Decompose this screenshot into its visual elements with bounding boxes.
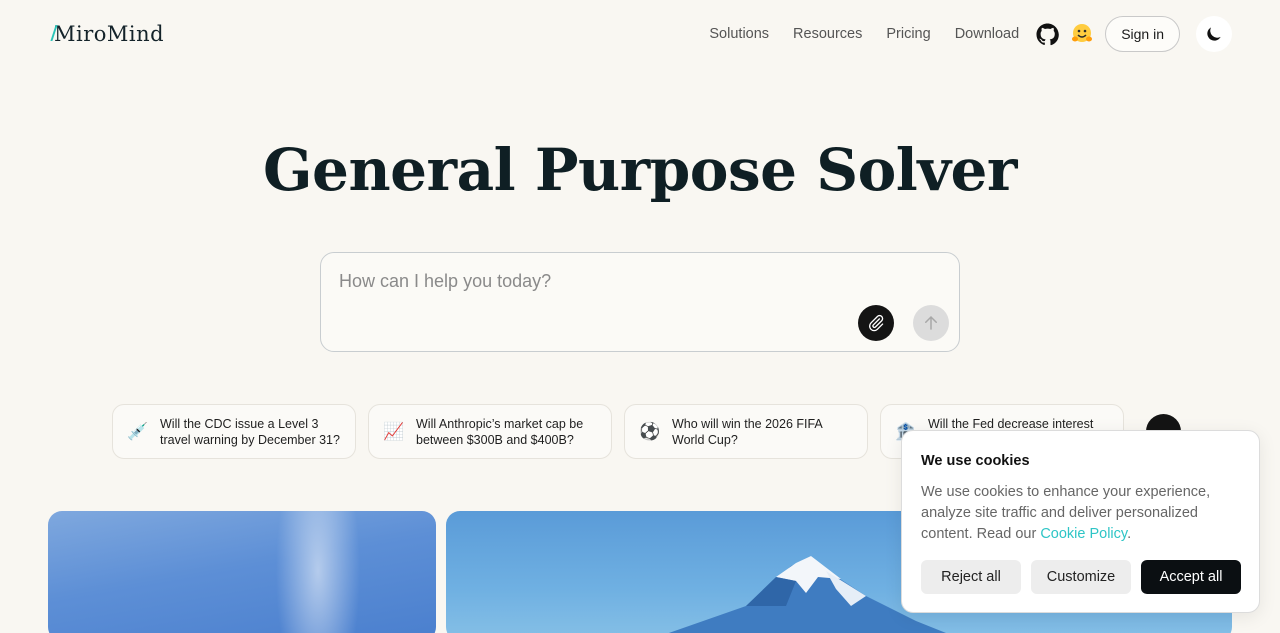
syringe-icon: 💉 [127,421,149,442]
brand-logo[interactable]: MiroMind [54,20,164,48]
sign-in-button[interactable]: Sign in [1105,16,1180,52]
hugging-face-icon[interactable] [1070,22,1094,46]
suggestion-text: Who will win the 2026 FIFA World Cup? [672,416,823,447]
suggestion-text: Will Anthropic’s market cap be between $… [416,416,584,447]
reject-all-button[interactable]: Reject all [921,560,1021,594]
soccer-ball-icon: ⚽ [639,421,661,442]
accept-all-button[interactable]: Accept all [1141,560,1241,594]
nav-download-link[interactable]: Download [955,26,1020,42]
suggestion-text: Will the CDC issue a Level 3 travel warn… [160,416,340,447]
nav-solutions-link[interactable]: Solutions [709,26,769,42]
arrow-up-icon[interactable] [913,305,949,341]
paperclip-icon[interactable] [858,305,894,341]
suggestion-card-cdc[interactable]: 💉 Will the CDC issue a Level 3 travel wa… [112,404,356,459]
top-nav: Solutions Resources Pricing Download Sig… [709,16,1232,52]
prompt-input[interactable] [339,267,939,295]
github-icon[interactable] [1035,22,1059,46]
suggestion-card-world-cup[interactable]: ⚽ Who will win the 2026 FIFA World Cup? [624,404,868,459]
cookie-banner: We use cookies We use cookies to enhance… [901,430,1260,613]
chart-increasing-icon: 📈 [383,421,405,442]
cookie-body-end: . [1127,526,1132,542]
nav-resources-link[interactable]: Resources [793,26,862,42]
cookie-title: We use cookies [921,453,1030,469]
prompt-box [320,252,960,352]
site-header: MiroMind Solutions Resources Pricing Dow… [0,0,1280,68]
cookie-description: We use cookies to enhance your experienc… [921,482,1241,545]
cookie-policy-link[interactable]: Cookie Policy [1040,526,1127,542]
suggestion-card-anthropic[interactable]: 📈 Will Anthropic’s market cap be between… [368,404,612,459]
page-title: General Purpose Solver [263,136,1017,204]
moon-icon[interactable] [1196,16,1232,52]
customize-button[interactable]: Customize [1031,560,1131,594]
nav-pricing-link[interactable]: Pricing [886,26,930,42]
logo-text: MiroMind [54,22,165,46]
sky-painting-image[interactable] [48,511,436,633]
